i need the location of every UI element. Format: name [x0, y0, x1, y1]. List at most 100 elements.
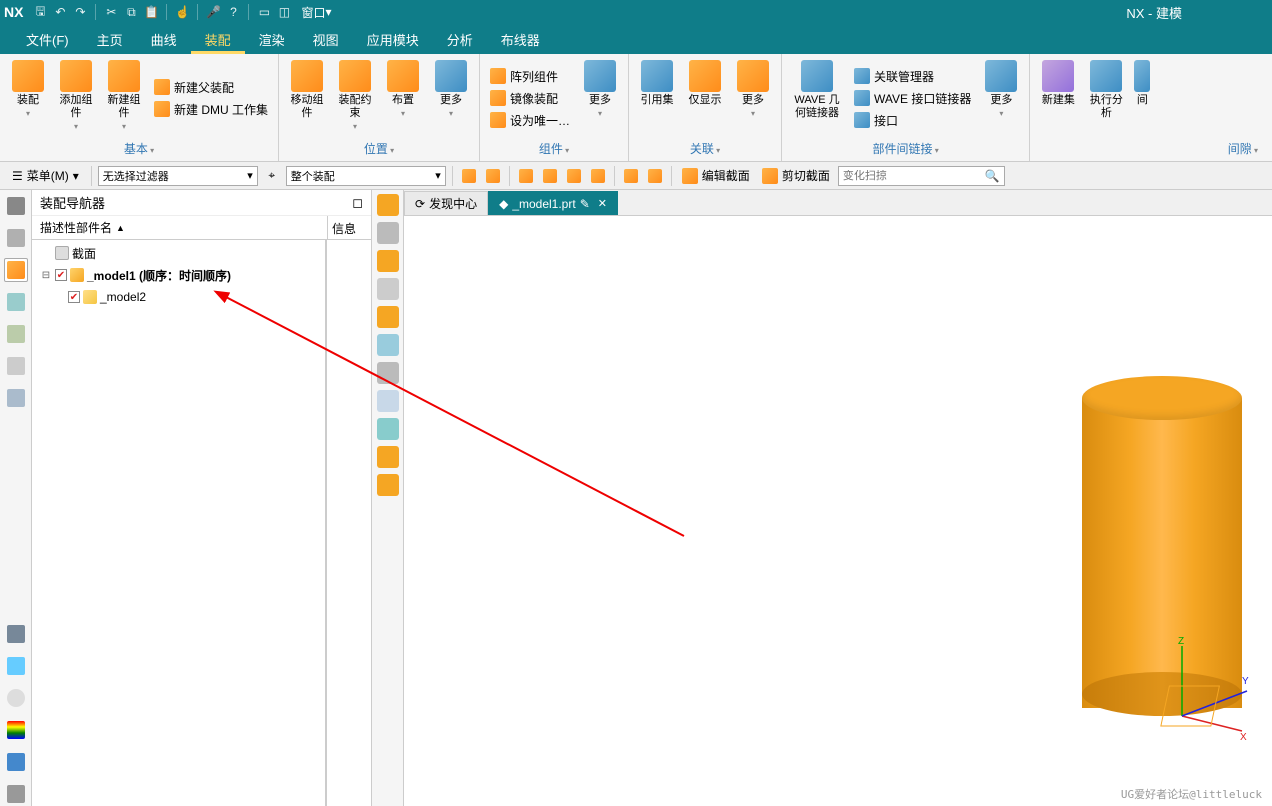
assembly-button[interactable]: 装配▾ [6, 58, 50, 138]
tools-icon[interactable] [4, 782, 28, 806]
tree-section-row[interactable]: 截面 [32, 242, 326, 264]
ribbon-group-label[interactable]: 位置 [285, 138, 473, 161]
sel-tool-1[interactable] [459, 166, 479, 186]
more-relate-button[interactable]: 更多▾ [731, 58, 775, 138]
gtool-2[interactable] [377, 222, 399, 244]
wave-interface-linker-button[interactable]: WAVE 接口链接器 [850, 88, 975, 109]
sel-tool-8[interactable] [645, 166, 665, 186]
ribbon-group-label[interactable]: 基本 [6, 138, 272, 161]
measure-icon[interactable] [4, 750, 28, 774]
history-icon[interactable] [4, 622, 28, 646]
wave-geom-linker-button[interactable]: WAVE 几何链接器 [788, 58, 846, 138]
command-search[interactable]: 🔍 [838, 166, 1005, 186]
paste-icon[interactable]: 📋 [142, 3, 160, 21]
tree-root-row[interactable]: ⊟ ✔ _model1 (顺序：时间顺序) [32, 264, 326, 286]
render-icon[interactable] [4, 654, 28, 678]
gtool-9[interactable] [377, 418, 399, 440]
browser-icon[interactable] [4, 386, 28, 410]
arrangement-button[interactable]: 布置▾ [381, 58, 425, 138]
show-only-button[interactable]: 仅显示 [683, 58, 727, 138]
tab-assembly[interactable]: 装配 [191, 24, 245, 54]
more-interpart-button[interactable]: 更多▾ [979, 58, 1023, 138]
layout2-icon[interactable]: ◫ [275, 3, 293, 21]
gtool-10[interactable] [377, 446, 399, 468]
touch-icon[interactable]: ☝ [173, 3, 191, 21]
cut-icon[interactable]: ✂ [102, 3, 120, 21]
mirror-assembly-button[interactable]: 镜像装配 [486, 88, 574, 109]
tab-model1[interactable]: ◆ _model1.prt ✎ ✕ [488, 191, 618, 215]
nav-col-name[interactable]: 描述性部件名 ▲ [32, 216, 327, 239]
ribbon-group-label[interactable]: 组件 [486, 138, 622, 161]
checkbox-checked-icon[interactable]: ✔ [68, 291, 80, 303]
more-position-button[interactable]: 更多▾ [429, 58, 473, 138]
tab-render[interactable]: 渲染 [245, 24, 299, 54]
hd3d-icon[interactable] [4, 354, 28, 378]
window-menu[interactable]: 窗口 ▾ [301, 4, 331, 21]
ribbon-group-label[interactable]: 关联 [635, 138, 775, 161]
sel-tool-4[interactable] [540, 166, 560, 186]
graphics-canvas[interactable]: Z X Y UG爱好者论坛@littleluck [404, 216, 1272, 806]
collapse-icon[interactable]: ⊟ [40, 270, 52, 281]
gtool-8[interactable] [377, 390, 399, 412]
reference-set-button[interactable]: 引用集 [635, 58, 679, 138]
gtool-1[interactable] [377, 194, 399, 216]
sel-tool-5[interactable] [564, 166, 584, 186]
color-icon[interactable] [4, 718, 28, 742]
interface-button[interactable]: 接口 [850, 110, 975, 131]
checkbox-checked-icon[interactable]: ✔ [55, 269, 67, 281]
sel-tool-7[interactable] [621, 166, 641, 186]
cut-section-button[interactable]: 剪切截面 [758, 165, 834, 186]
gear-icon[interactable] [4, 194, 28, 218]
save-icon[interactable]: 🖫 [31, 3, 49, 21]
more-component-button[interactable]: 更多▾ [578, 58, 622, 138]
tab-appmodule[interactable]: 应用模块 [353, 24, 433, 54]
nav-pin-icon[interactable]: ◻ [352, 195, 363, 211]
tab-analysis[interactable]: 分析 [433, 24, 487, 54]
ribbon-group-label[interactable]: 部件间链接 [788, 138, 1023, 161]
gtool-5[interactable] [377, 306, 399, 328]
tree-child-row[interactable]: ✔ _model2 [32, 286, 326, 308]
command-search-input[interactable] [843, 170, 985, 182]
sel-tool-2[interactable] [483, 166, 503, 186]
selection-scope-combo[interactable]: 整个装配▾ [286, 166, 446, 186]
undo-icon[interactable]: ↶ [51, 3, 69, 21]
nav-col-info[interactable]: 信息 [327, 216, 371, 239]
copy-icon[interactable]: ⧉ [122, 3, 140, 21]
new-parent-assembly-button[interactable]: 新建父装配 [150, 77, 272, 98]
new-component-button[interactable]: 新建组件▾ [102, 58, 146, 138]
tab-discover[interactable]: ⟳发现中心 [404, 191, 488, 215]
new-set-button[interactable]: 新建集 [1036, 58, 1080, 138]
edit-section-button[interactable]: 编辑截面 [678, 165, 754, 186]
assembly-nav-icon[interactable] [4, 258, 28, 282]
sel-tool-3[interactable] [516, 166, 536, 186]
menu-button[interactable]: ☰ 菜单(M) ▾ [6, 165, 85, 186]
search-icon[interactable]: 🔍 [985, 169, 1000, 183]
redo-icon[interactable]: ↷ [71, 3, 89, 21]
relation-manager-button[interactable]: 关联管理器 [850, 66, 975, 87]
layout1-icon[interactable]: ▭ [255, 3, 273, 21]
gtool-7[interactable] [377, 362, 399, 384]
gtool-4[interactable] [377, 278, 399, 300]
run-analysis-button[interactable]: 执行分析 [1084, 58, 1128, 138]
gtool-3[interactable] [377, 250, 399, 272]
mic-icon[interactable]: 🎤 [204, 3, 222, 21]
clock-icon[interactable] [4, 686, 28, 710]
sel-tool-6[interactable] [588, 166, 608, 186]
filter-icon[interactable]: ⌖ [262, 166, 282, 186]
pattern-component-button[interactable]: 阵列组件 [486, 66, 574, 87]
close-icon[interactable]: ✕ [598, 197, 607, 210]
part-nav-icon[interactable] [4, 226, 28, 250]
selection-filter-combo[interactable]: 无选择过滤器▾ [98, 166, 258, 186]
gtool-6[interactable] [377, 334, 399, 356]
add-component-button[interactable]: 添加组件▾ [54, 58, 98, 138]
clearance-button[interactable]: 间 [1132, 58, 1152, 138]
tab-curve[interactable]: 曲线 [137, 24, 191, 54]
ribbon-group-label[interactable]: 间隙 [1036, 138, 1266, 161]
make-unique-button[interactable]: 设为唯一… [486, 110, 574, 131]
move-component-button[interactable]: 移动组件 [285, 58, 329, 138]
assembly-constraint-button[interactable]: 装配约束▾ [333, 58, 377, 138]
tab-routing[interactable]: 布线器 [487, 24, 554, 54]
reuse-lib-icon[interactable] [4, 322, 28, 346]
gtool-11[interactable] [377, 474, 399, 496]
new-dmu-workset-button[interactable]: 新建 DMU 工作集 [150, 99, 272, 120]
